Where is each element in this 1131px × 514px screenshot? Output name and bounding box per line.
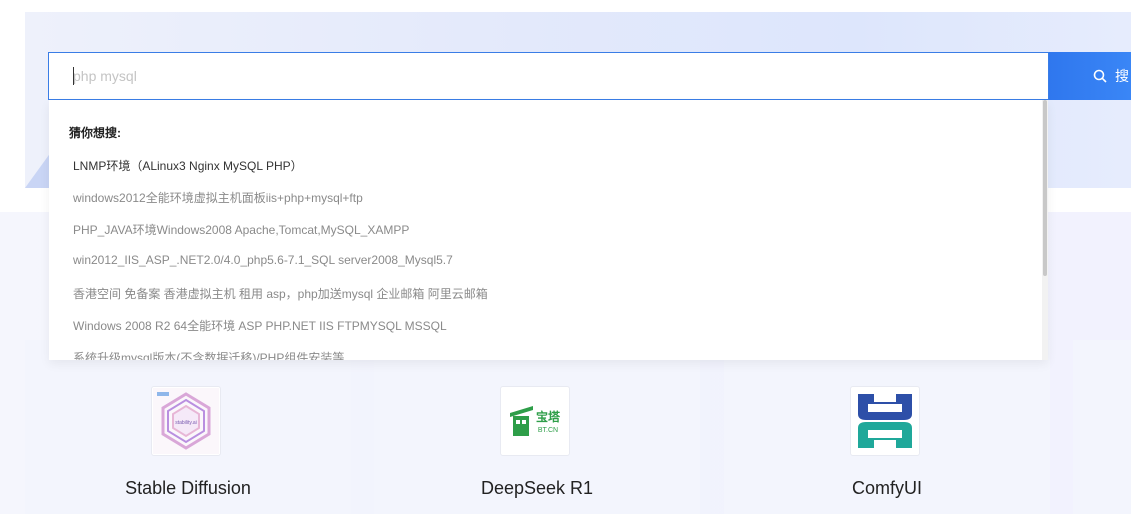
suggestion-item[interactable]: LNMP环境（ALinux3 Nginx MySQL PHP）: [73, 157, 303, 174]
product-card-partial[interactable]: [1073, 340, 1131, 514]
scrollbar-thumb[interactable]: [1043, 100, 1047, 276]
text-caret: [73, 67, 74, 85]
bt-cn-logo: 宝塔 BT.CN: [500, 386, 570, 456]
card-title[interactable]: ComfyUI: [724, 478, 1050, 499]
stability-logo-text: stability.ai: [175, 420, 197, 426]
bt-logo-subtext: BT.CN: [538, 427, 558, 434]
suggestion-item[interactable]: 系统升级mysql版本(不含数据迁移)/PHP组件安装等: [73, 349, 344, 360]
card-title[interactable]: DeepSeek R1: [374, 478, 700, 499]
suggestion-heading: 猜你想搜:: [69, 126, 121, 140]
card-title[interactable]: Stable Diffusion: [25, 478, 351, 499]
search-icon: [1093, 69, 1107, 83]
search-button[interactable]: 搜: [1049, 52, 1131, 100]
product-card-comfyui[interactable]: ComfyUI: [724, 340, 1050, 514]
suggestion-dropdown: 猜你想搜: LNMP环境（ALinux3 Nginx MySQL PHP） wi…: [49, 100, 1048, 360]
search-input[interactable]: [48, 52, 1049, 100]
bt-logo-text: 宝塔: [536, 409, 561, 424]
suggestion-item[interactable]: 香港空间 免备案 香港虚拟主机 租用 asp，php加送mysql 企业邮箱 阿…: [73, 285, 488, 302]
dropdown-scrollbar[interactable]: [1042, 100, 1048, 360]
suggestion-item[interactable]: Windows 2008 R2 64全能环境 ASP PHP.NET IIS F…: [73, 317, 447, 334]
suggestion-item[interactable]: PHP_JAVA环境Windows2008 Apache,Tomcat,MySQ…: [73, 221, 409, 238]
suggestion-item[interactable]: windows2012全能环境虚拟主机面板iis+php+mysql+ftp: [73, 189, 363, 206]
stability-ai-logo: stability.ai: [151, 386, 221, 456]
search-bar: 搜: [48, 52, 1131, 100]
search-button-label: 搜: [1115, 68, 1129, 84]
comfyui-logo: [850, 386, 920, 456]
suggestion-item[interactable]: win2012_IIS_ASP_.NET2.0/4.0_php5.6-7.1_S…: [73, 253, 453, 267]
product-card-stable-diffusion[interactable]: stability.ai Stable Diffusion: [25, 340, 351, 514]
product-card-deepseek-r1[interactable]: 宝塔 BT.CN DeepSeek R1: [374, 340, 700, 514]
